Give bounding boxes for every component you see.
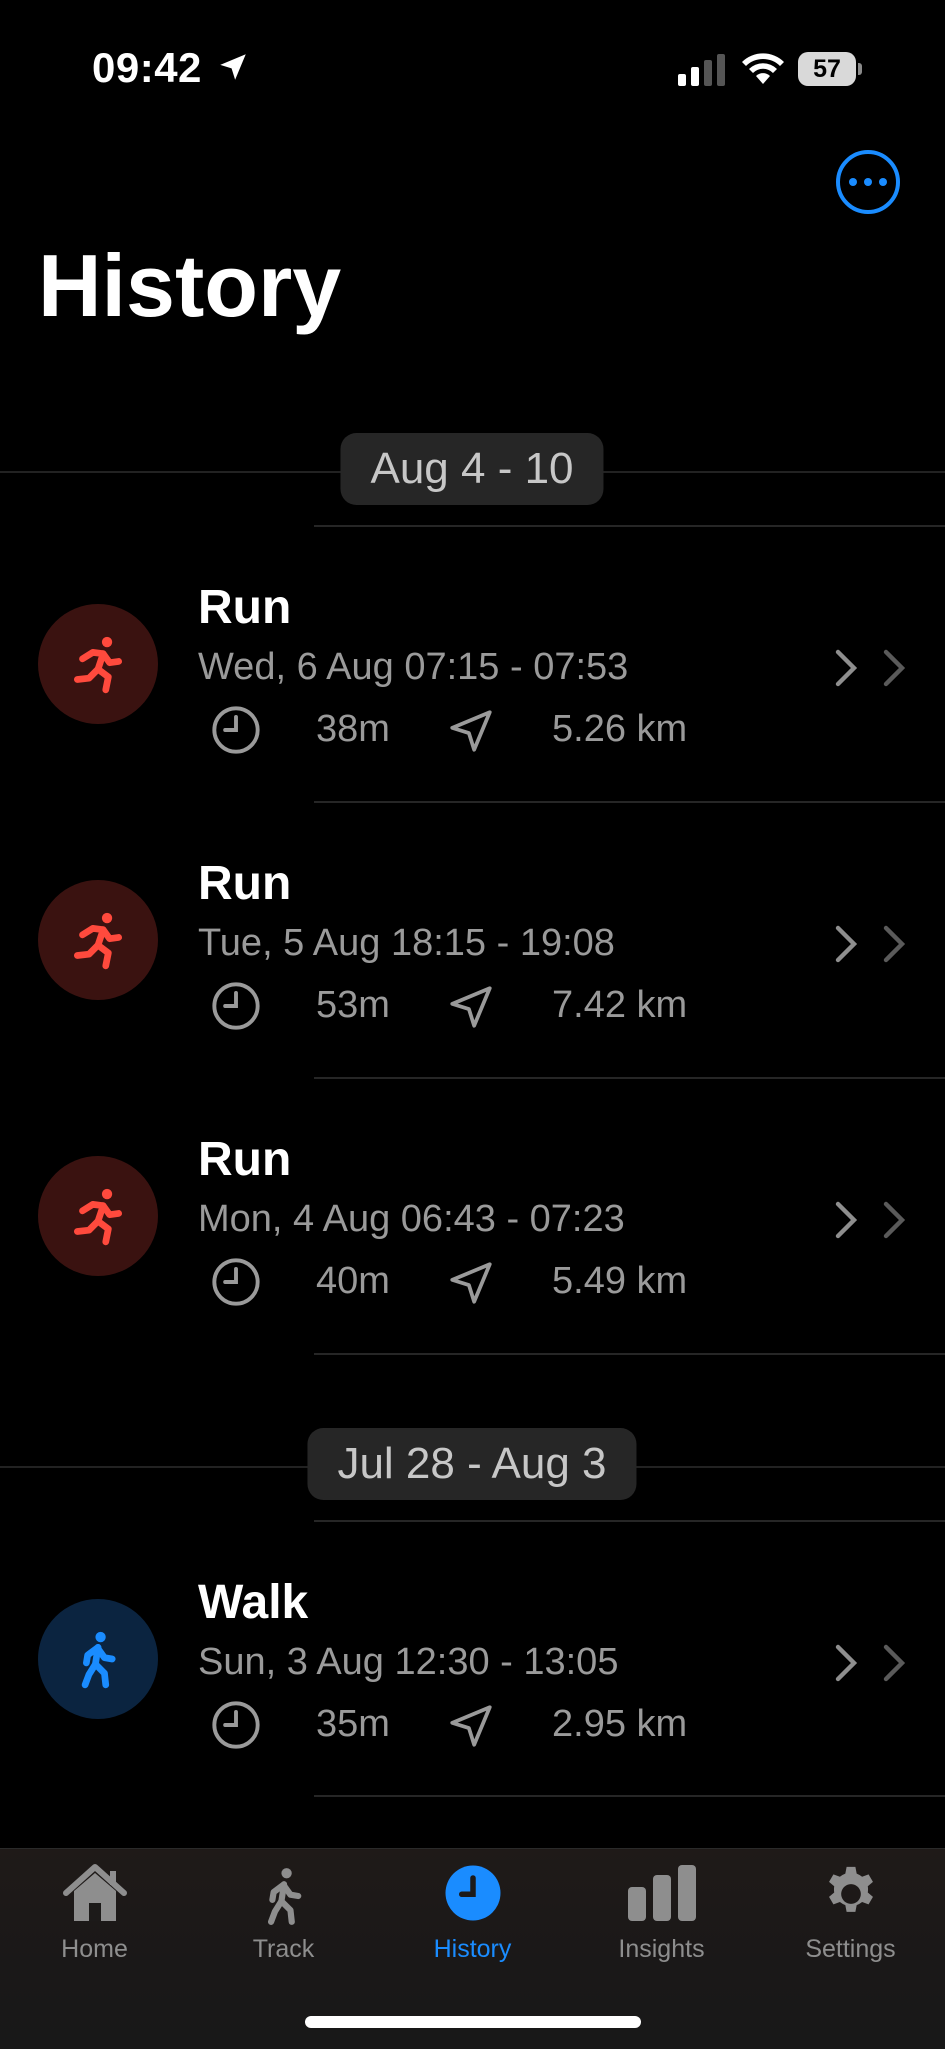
walking-figure-icon bbox=[38, 1599, 158, 1719]
tab-insights[interactable]: Insights bbox=[567, 1849, 756, 1989]
clock-icon bbox=[212, 1258, 260, 1306]
activity-duration: 40m bbox=[316, 1260, 390, 1302]
tab-history[interactable]: History bbox=[378, 1849, 567, 1989]
running-figure-icon bbox=[38, 604, 158, 724]
clock-icon bbox=[212, 1701, 260, 1749]
tab-label: History bbox=[433, 1935, 512, 1963]
chevron-right-icon bbox=[835, 1644, 858, 1682]
chevron-right-icon bbox=[883, 925, 906, 963]
chevron-right-icon bbox=[883, 1201, 906, 1239]
chevron-right-icon bbox=[883, 649, 906, 687]
activity-date: Tue, 5 Aug 18:15 - 19:08 bbox=[198, 922, 615, 964]
tab-home[interactable]: Home bbox=[0, 1849, 189, 1989]
activity-type: Walk bbox=[198, 1576, 309, 1629]
tab-label: Track bbox=[252, 1935, 315, 1963]
week-header: Jul 28 - Aug 3 bbox=[0, 1428, 945, 1508]
chevron-right-icon bbox=[883, 1644, 906, 1682]
activity-distance: 5.49 km bbox=[552, 1260, 688, 1302]
home-indicator[interactable] bbox=[305, 2016, 641, 2028]
bar-chart-icon bbox=[627, 1865, 696, 1921]
tab-label: Settings bbox=[805, 1935, 896, 1963]
battery-level: 57 bbox=[813, 55, 841, 83]
ellipsis-circle-icon bbox=[849, 178, 887, 186]
running-figure-icon bbox=[38, 880, 158, 1000]
activity-date: Mon, 4 Aug 06:43 - 07:23 bbox=[198, 1198, 625, 1240]
wifi-icon bbox=[742, 53, 784, 84]
activity-duration: 35m bbox=[316, 1703, 390, 1745]
clock-icon bbox=[212, 706, 260, 754]
more-options-button[interactable] bbox=[836, 150, 900, 214]
week-label: Jul 28 - Aug 3 bbox=[307, 1428, 637, 1500]
location-arrow-icon bbox=[450, 1262, 492, 1304]
activity-type: Run bbox=[198, 1133, 292, 1186]
week-label: Aug 4 - 10 bbox=[340, 433, 604, 505]
location-arrow-icon bbox=[450, 710, 492, 752]
activity-duration: 38m bbox=[316, 708, 390, 750]
activity-row[interactable]: Run Wed, 6 Aug 07:15 - 07:53 38m 5.26 km bbox=[0, 528, 945, 798]
chevron-right-icon bbox=[835, 925, 858, 963]
page-title: History bbox=[38, 236, 342, 335]
cellular-signal-icon bbox=[678, 54, 725, 86]
clock-icon bbox=[212, 982, 260, 1030]
location-arrow-icon bbox=[450, 1705, 492, 1747]
house-icon bbox=[62, 1864, 127, 1921]
activity-row[interactable]: Run Tue, 5 Aug 18:15 - 19:08 53m 7.42 km bbox=[0, 804, 945, 1074]
activity-date: Wed, 6 Aug 07:15 - 07:53 bbox=[198, 646, 629, 688]
activity-type: Run bbox=[198, 581, 292, 634]
activity-type: Run bbox=[198, 857, 292, 910]
activity-distance: 2.95 km bbox=[552, 1703, 688, 1745]
running-figure-icon bbox=[38, 1156, 158, 1276]
location-arrow-icon bbox=[450, 986, 492, 1028]
activity-row[interactable]: Run Mon, 4 Aug 06:43 - 07:23 40m 5.49 km bbox=[0, 1080, 945, 1350]
status-time: 09:42 bbox=[92, 44, 202, 91]
battery-indicator: 57 bbox=[798, 52, 862, 86]
activity-duration: 53m bbox=[316, 984, 390, 1026]
tab-label: Insights bbox=[618, 1935, 705, 1963]
tab-label: Home bbox=[61, 1935, 128, 1963]
gear-icon bbox=[828, 1866, 873, 1912]
activity-distance: 5.26 km bbox=[552, 708, 688, 750]
activity-date: Sun, 3 Aug 12:30 - 13:05 bbox=[198, 1641, 619, 1683]
location-arrow-icon bbox=[220, 54, 246, 80]
status-bar: 09:42 57 bbox=[0, 0, 945, 140]
activity-distance: 7.42 km bbox=[552, 984, 688, 1026]
clock-icon bbox=[445, 1865, 500, 1921]
tab-settings[interactable]: Settings bbox=[756, 1849, 945, 1989]
chevron-right-icon bbox=[835, 1201, 858, 1239]
chevron-right-icon bbox=[835, 649, 858, 687]
tab-track[interactable]: Track bbox=[189, 1849, 378, 1989]
activity-row[interactable]: Walk Sun, 3 Aug 12:30 - 13:05 35m 2.95 k… bbox=[0, 1523, 945, 1793]
week-header: Aug 4 - 10 bbox=[0, 433, 945, 513]
walking-figure-icon bbox=[267, 1868, 301, 1925]
